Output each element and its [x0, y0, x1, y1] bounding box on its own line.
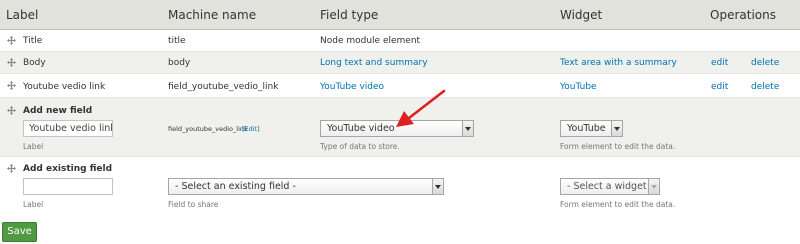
- edit-link[interactable]: edit: [711, 58, 728, 68]
- existing-field-select[interactable]: - Select an existing field -: [168, 178, 444, 195]
- row-field-type: Node module element: [320, 36, 421, 46]
- drag-handle-icon[interactable]: [7, 81, 16, 90]
- row-label: Youtube vedio link: [23, 82, 106, 92]
- existing-field-label-caption: Label: [23, 200, 44, 209]
- row-widget-link[interactable]: YouTube: [560, 82, 597, 92]
- row-label: Body: [23, 58, 46, 68]
- field-type-caption: Type of data to store.: [320, 142, 400, 151]
- chevron-down-icon: [462, 121, 473, 136]
- existing-field-caption: Field to share: [168, 200, 219, 209]
- chevron-down-icon: [611, 121, 622, 136]
- row-machine-name: title: [168, 36, 186, 46]
- drag-handle-icon[interactable]: [7, 164, 16, 173]
- row-machine-name: field_youtube_vedio_link: [168, 82, 279, 92]
- drag-handle-icon[interactable]: [7, 36, 16, 45]
- chevron-down-icon: [432, 179, 443, 194]
- edit-link[interactable]: edit: [711, 82, 728, 92]
- drag-handle-icon[interactable]: [7, 58, 16, 67]
- save-button[interactable]: Save: [2, 222, 37, 242]
- table-row-body: Body body Long text and summary Text are…: [0, 52, 800, 74]
- existing-widget-select[interactable]: - Select a widget -: [560, 178, 660, 195]
- new-field-widget-select-value: YouTube: [567, 123, 606, 134]
- existing-widget-caption: Form element to edit the data.: [560, 200, 676, 209]
- add-new-field-heading: Add new field: [23, 106, 93, 116]
- column-header-widget: Widget: [560, 8, 603, 22]
- delete-link[interactable]: delete: [751, 82, 779, 92]
- existing-field-select-value: - Select an existing field -: [175, 181, 296, 192]
- drag-handle-icon[interactable]: [7, 106, 16, 115]
- existing-field-label-input[interactable]: [23, 178, 113, 195]
- column-header-operations: Operations: [710, 8, 776, 22]
- new-field-machine-name: field_youtube_vedio_link: [168, 125, 248, 133]
- add-existing-field-row: Add existing field Label - Select an exi…: [0, 157, 800, 216]
- field-type-select-value: YouTube video: [327, 123, 395, 134]
- row-widget-link[interactable]: Text area with a summary: [560, 58, 677, 68]
- row-machine-name: body: [168, 58, 191, 68]
- column-header-label: Label: [6, 8, 39, 22]
- table-row-title: Title title Node module element: [0, 30, 800, 52]
- delete-link[interactable]: delete: [751, 58, 779, 68]
- new-field-widget-select[interactable]: YouTube: [560, 120, 623, 137]
- machine-name-edit-link[interactable]: [Edit]: [242, 125, 260, 133]
- column-header-field-type: Field type: [320, 8, 379, 22]
- field-type-select[interactable]: YouTube video: [320, 120, 474, 137]
- row-label: Title: [23, 36, 43, 46]
- row-field-type-link[interactable]: YouTube video: [320, 82, 384, 92]
- add-new-field-row: Add new field Youtube vedio link Label f…: [0, 98, 800, 157]
- table-header: Label Machine name Field type Widget Ope…: [0, 0, 800, 30]
- new-field-widget-caption: Form element to edit the data.: [560, 142, 676, 151]
- add-existing-field-heading: Add existing field: [23, 164, 113, 174]
- new-field-label-input[interactable]: Youtube vedio link: [23, 120, 113, 137]
- row-field-type-link[interactable]: Long text and summary: [320, 58, 428, 68]
- column-header-machine-name: Machine name: [168, 8, 257, 22]
- chevron-down-icon: [648, 179, 659, 194]
- existing-widget-select-value: - Select a widget -: [567, 181, 654, 192]
- table-row-youtube: Youtube vedio link field_youtube_vedio_l…: [0, 74, 800, 98]
- new-field-label-caption: Label: [23, 142, 44, 151]
